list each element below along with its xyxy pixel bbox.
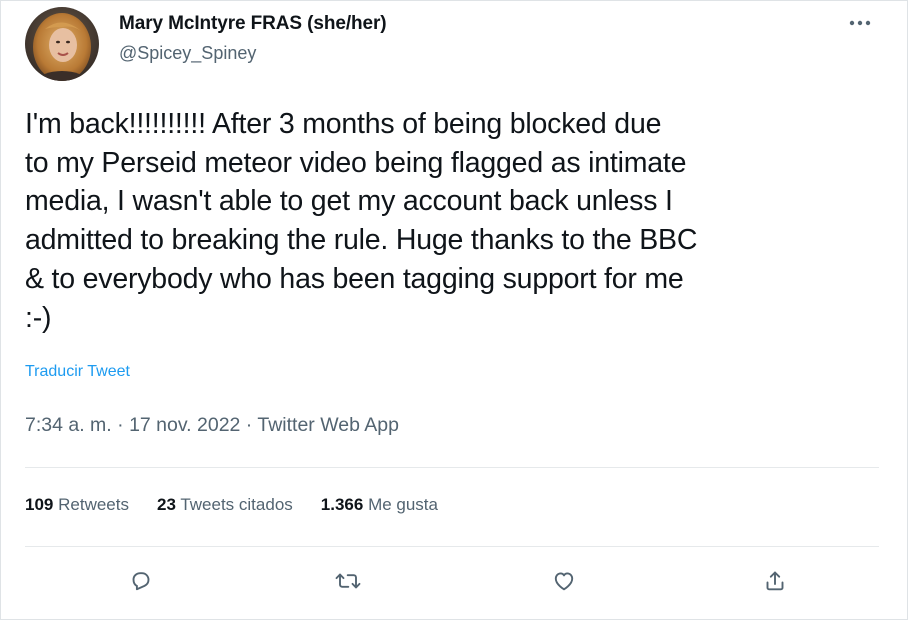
- reply-button[interactable]: [125, 565, 157, 597]
- meta-separator: ·: [240, 414, 258, 436]
- translate-tweet-link[interactable]: Traducir Tweet: [25, 363, 130, 381]
- retweets-label: Retweets: [58, 495, 129, 514]
- likes-count: 1.366: [320, 495, 364, 514]
- like-icon: [554, 572, 574, 591]
- quotes-stat[interactable]: 23 Tweets citados: [157, 495, 293, 515]
- retweets-stat[interactable]: 109 Retweets: [25, 495, 129, 515]
- likes-label: Me gusta: [368, 495, 438, 514]
- more-options-button[interactable]: [847, 13, 873, 33]
- avatar[interactable]: [25, 7, 99, 81]
- tweet-metadata: 7:34 a. m. · 17 nov. 2022 · Twitter Web …: [25, 414, 399, 437]
- retweet-button[interactable]: [332, 565, 364, 597]
- reply-icon: [132, 572, 150, 591]
- divider: [25, 546, 879, 547]
- tweet-source[interactable]: Twitter Web App: [257, 414, 399, 436]
- author-block: Mary McIntyre FRAS (she/her) @Spicey_Spi…: [119, 13, 387, 64]
- engagement-stats: 109 Retweets 23 Tweets citados 1.366 Me …: [25, 495, 438, 515]
- tweet-text: I'm back!!!!!!!!!! After 3 months of bei…: [25, 108, 698, 334]
- share-icon: [766, 571, 784, 591]
- like-button[interactable]: [548, 565, 580, 597]
- display-name[interactable]: Mary McIntyre FRAS (she/her): [119, 13, 387, 35]
- tweet-card: Mary McIntyre FRAS (she/her) @Spicey_Spi…: [0, 0, 908, 620]
- meta-separator: ·: [111, 414, 130, 436]
- profile-photo: [25, 7, 99, 81]
- share-button[interactable]: [759, 565, 791, 597]
- retweets-count: 109: [25, 495, 54, 514]
- quotes-count: 23: [156, 495, 176, 514]
- tweet-time[interactable]: 7:34 a. m.: [25, 414, 112, 436]
- likes-stat[interactable]: 1.366 Me gusta: [321, 495, 438, 515]
- quotes-label: Tweets citados: [180, 495, 293, 514]
- retweet-icon: [335, 573, 361, 589]
- more-horizontal-icon: [849, 20, 871, 26]
- tweet-date[interactable]: 17 nov. 2022: [129, 414, 240, 436]
- divider: [25, 467, 879, 468]
- handle[interactable]: @Spicey_Spiney: [119, 42, 387, 64]
- action-bar: [1, 559, 908, 603]
